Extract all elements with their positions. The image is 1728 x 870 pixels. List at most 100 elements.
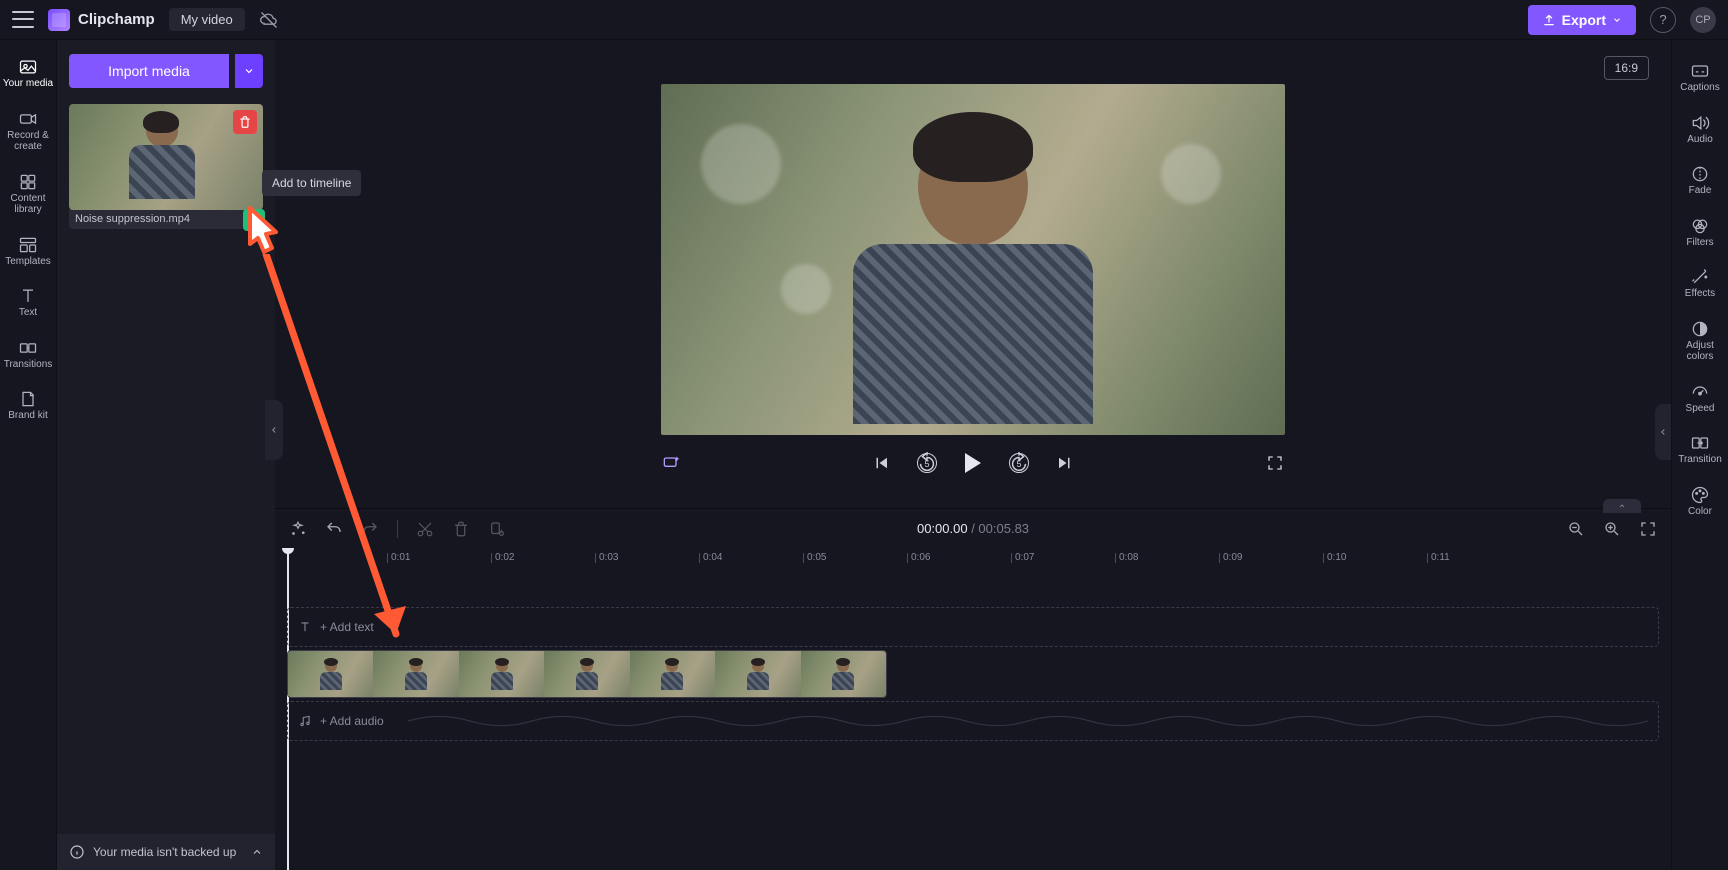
brand-icon <box>18 389 38 409</box>
music-icon <box>298 714 312 728</box>
user-avatar[interactable]: CP <box>1690 7 1716 33</box>
redo-button[interactable] <box>361 520 379 538</box>
preview-area: 16:9 5 <box>275 40 1671 508</box>
timecode-display: 00:00.00 / 00:05.83 <box>917 521 1029 536</box>
chevron-up-icon <box>251 846 263 858</box>
aspect-ratio-selector[interactable]: 16:9 <box>1604 56 1649 80</box>
video-preview[interactable] <box>661 84 1285 435</box>
zoom-in-button[interactable] <box>1603 520 1621 538</box>
collapse-right-panel[interactable] <box>1655 404 1671 460</box>
video-track[interactable] <box>287 650 1659 698</box>
clipchamp-logo-icon <box>48 9 70 31</box>
ruler-tick: 0:01 <box>391 552 410 563</box>
clip-frame <box>544 651 629 697</box>
nav-brand-kit[interactable]: Brand kit <box>0 380 56 432</box>
text-icon <box>298 620 312 634</box>
clip-frame <box>630 651 715 697</box>
media-icon <box>18 57 38 77</box>
seek-end-button[interactable] <box>1055 453 1075 473</box>
ruler-tick: 0:04 <box>703 552 722 563</box>
menu-button[interactable] <box>12 9 34 31</box>
prop-filters[interactable]: Filters <box>1672 207 1728 259</box>
add-text-label: + Add text <box>320 620 374 634</box>
auto-tool[interactable] <box>289 520 307 538</box>
cloud-off-icon[interactable] <box>259 10 279 30</box>
ruler-tick: 0:06 <box>911 552 930 563</box>
import-media-button[interactable]: Import media <box>69 54 229 88</box>
nav-content-library[interactable]: Content library <box>0 163 56 226</box>
fullscreen-button[interactable] <box>1265 453 1285 473</box>
ruler-tick: 0:09 <box>1223 552 1242 563</box>
ruler-tick: 0:08 <box>1119 552 1138 563</box>
project-name-chip[interactable]: My video <box>169 8 245 31</box>
text-track[interactable]: + Add text <box>287 607 1659 647</box>
captions-icon <box>1690 61 1710 81</box>
total-time: 00:05.83 <box>978 521 1029 536</box>
right-properties-nav: Captions Audio Fade Filters Effects Adju… <box>1671 40 1728 870</box>
text-icon <box>18 286 38 306</box>
media-panel: Import media Noise suppression.mp4 Add t… <box>57 40 275 870</box>
cut-button[interactable] <box>416 520 434 538</box>
timeline[interactable]: 0:010:020:030:040:050:060:070:080:090:10… <box>275 548 1671 870</box>
seek-start-button[interactable] <box>871 453 891 473</box>
prop-speed[interactable]: Speed <box>1672 373 1728 425</box>
info-icon <box>69 844 85 860</box>
video-clip[interactable] <box>287 650 887 698</box>
nav-transitions[interactable]: Transitions <box>0 329 56 381</box>
waveform <box>408 710 1648 732</box>
help-button[interactable]: ? <box>1650 7 1676 33</box>
split-button[interactable] <box>488 520 506 538</box>
import-media-dropdown[interactable] <box>235 54 263 88</box>
play-icon <box>965 453 981 473</box>
expand-timeline-handle[interactable] <box>1603 499 1641 513</box>
ruler-tick: 0:07 <box>1015 552 1034 563</box>
prop-color[interactable]: Color <box>1672 476 1728 528</box>
prop-audio[interactable]: Audio <box>1672 104 1728 156</box>
ruler-tick: 0:11 <box>1431 552 1450 563</box>
ruler-tick: 0:03 <box>599 552 618 563</box>
add-to-timeline-button[interactable] <box>243 209 265 231</box>
prop-effects[interactable]: Effects <box>1672 258 1728 310</box>
transition-icon <box>1690 433 1710 453</box>
backup-status-text: Your media isn't backed up <box>93 845 236 859</box>
media-thumbnail[interactable]: Noise suppression.mp4 <box>69 104 263 229</box>
brand-name: Clipchamp <box>78 11 155 28</box>
ruler-tick: 0:02 <box>495 552 514 563</box>
ruler-tick: 0:05 <box>807 552 826 563</box>
sparkle-icon <box>661 453 681 473</box>
timeline-ruler[interactable]: 0:010:020:030:040:050:060:070:080:090:10… <box>275 548 1671 574</box>
chevron-down-icon <box>1612 15 1622 25</box>
prop-captions[interactable]: Captions <box>1672 52 1728 104</box>
delete-media-button[interactable] <box>233 110 257 134</box>
timeline-toolbar: 00:00.00 / 00:05.83 <box>275 508 1671 548</box>
nav-templates[interactable]: Templates <box>0 226 56 278</box>
clip-frame <box>288 651 373 697</box>
zoom-fit-button[interactable] <box>1639 520 1657 538</box>
nav-your-media[interactable]: Your media <box>0 48 56 100</box>
prop-transition[interactable]: Transition <box>1672 424 1728 476</box>
backup-status-bar[interactable]: Your media isn't backed up <box>57 834 275 870</box>
play-button[interactable] <box>963 453 983 473</box>
delete-button[interactable] <box>452 520 470 538</box>
filters-icon <box>1690 216 1710 236</box>
playback-controls: 5 5 <box>661 453 1285 473</box>
fullscreen-icon <box>1266 454 1284 472</box>
nav-record-create[interactable]: Record & create <box>0 100 56 163</box>
skip-forward-button[interactable]: 5 <box>1009 453 1029 473</box>
skip-back-button[interactable]: 5 <box>917 453 937 473</box>
undo-button[interactable] <box>325 520 343 538</box>
nav-text[interactable]: Text <box>0 277 56 329</box>
brand: Clipchamp <box>48 9 155 31</box>
auto-compose-button[interactable] <box>661 453 681 473</box>
prop-adjust-colors[interactable]: Adjust colors <box>1672 310 1728 373</box>
add-to-timeline-tooltip: Add to timeline <box>262 170 361 196</box>
prop-fade[interactable]: Fade <box>1672 155 1728 207</box>
zoom-out-button[interactable] <box>1567 520 1585 538</box>
clip-frame <box>459 651 544 697</box>
export-button[interactable]: Export <box>1528 5 1636 35</box>
current-time: 00:00.00 <box>917 521 968 536</box>
clip-frame <box>801 651 886 697</box>
titlebar: Clipchamp My video Export ? CP <box>0 0 1728 40</box>
contrast-icon <box>1690 319 1710 339</box>
audio-track[interactable]: + Add audio <box>287 701 1659 741</box>
